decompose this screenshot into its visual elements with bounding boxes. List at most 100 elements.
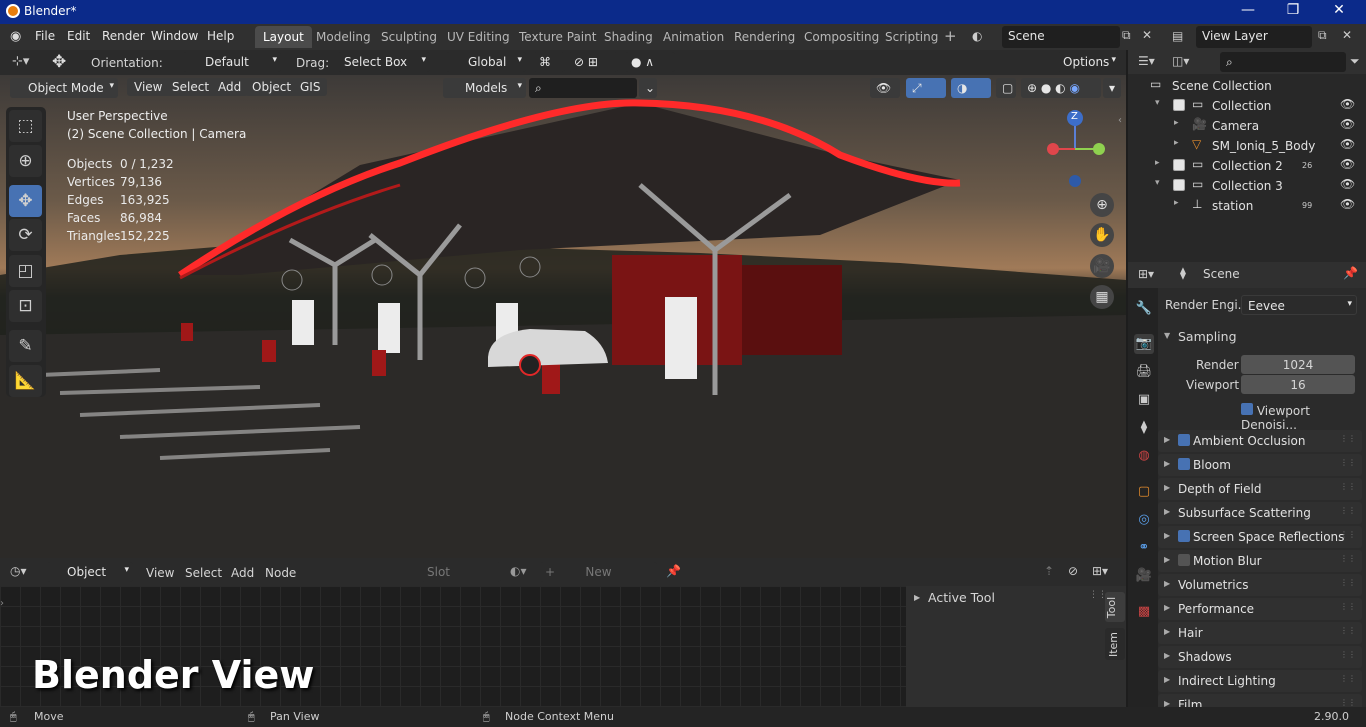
output-properties-icon[interactable]: 🖨 bbox=[1134, 362, 1154, 382]
node-menu-select[interactable]: Select bbox=[185, 566, 222, 580]
eye-icon[interactable]: 👁 bbox=[1340, 197, 1355, 211]
expand-arrow-icon[interactable]: ▸ bbox=[1174, 118, 1179, 128]
snap-icon[interactable]: ⊘ bbox=[1068, 564, 1078, 578]
viewport-menu-add[interactable]: Add bbox=[211, 78, 249, 96]
node-menu-view[interactable]: View bbox=[146, 566, 174, 580]
drag-handle-icon[interactable]: ⋮⋮ bbox=[1340, 530, 1356, 539]
shading-mode-buttons[interactable]: ⊕ ● ◐ ◉ bbox=[1021, 78, 1101, 98]
pin-icon[interactable]: 📌 bbox=[666, 564, 681, 578]
property-panel-header[interactable]: ▶ Indirect Lighting ⋮⋮ bbox=[1158, 670, 1362, 692]
tab-sculpting[interactable]: Sculpting bbox=[373, 26, 445, 48]
close-button[interactable]: ✕ bbox=[1324, 2, 1354, 18]
viewport-menu-object[interactable]: Object bbox=[245, 78, 299, 96]
world-properties-icon[interactable]: ◍ bbox=[1134, 446, 1154, 466]
zoom-icon[interactable]: ⊕ bbox=[1090, 193, 1114, 217]
outliner-row[interactable]: ▸ 🎥 Camera 👁 bbox=[1128, 116, 1366, 136]
eye-icon[interactable]: 👁 bbox=[1340, 137, 1355, 151]
tab-tool[interactable]: Tool bbox=[1105, 592, 1125, 622]
tab-uv-editing[interactable]: UV Editing bbox=[439, 26, 518, 48]
outliner-row[interactable]: ▸ ▭ Collection 2 26 👁 bbox=[1128, 156, 1366, 176]
scene-properties-icon[interactable]: ⧫ bbox=[1134, 418, 1154, 438]
new-scene-icon[interactable]: ⧉ bbox=[1122, 28, 1131, 43]
drag-handle-icon[interactable]: ⋮⋮ bbox=[1340, 578, 1356, 587]
perspective-grid-icon[interactable]: ▦ bbox=[1090, 285, 1114, 309]
transform-orientation-dropdown[interactable]: Global ▾ bbox=[446, 52, 526, 72]
eye-icon[interactable]: 👁 bbox=[1340, 177, 1355, 191]
scene-browse-icon[interactable]: ◐ bbox=[972, 29, 982, 43]
object-properties-icon[interactable]: ▢ bbox=[1134, 482, 1154, 502]
viewport-menu-gis[interactable]: GIS bbox=[293, 78, 328, 96]
expand-arrow-icon[interactable]: ▸ bbox=[1174, 198, 1179, 208]
xray-toggle-icon[interactable]: ▢ bbox=[996, 78, 1016, 98]
constraint-properties-icon[interactable]: ⚭ bbox=[1134, 538, 1154, 558]
properties-editor-icon[interactable]: ⊞▾ bbox=[1138, 267, 1154, 281]
panel-enable-checkbox[interactable] bbox=[1178, 458, 1190, 470]
measure-tool-icon[interactable]: 📐 bbox=[9, 365, 42, 397]
texture-properties-icon[interactable]: ▩ bbox=[1134, 602, 1154, 622]
blender-menu-icon[interactable]: ◉ bbox=[10, 29, 21, 44]
options-dropdown[interactable]: Options ▾ bbox=[1057, 52, 1120, 72]
tab-animation[interactable]: Animation bbox=[655, 26, 732, 48]
exclude-checkbox[interactable] bbox=[1173, 99, 1185, 111]
viewport-menu-select[interactable]: Select bbox=[165, 78, 217, 96]
drag-handle-icon[interactable]: ⋮⋮ bbox=[1340, 506, 1356, 515]
property-panel-header[interactable]: ▶ Ambient Occlusion ⋮⋮ bbox=[1158, 430, 1362, 452]
outliner-editor-icon[interactable]: ☰▾ bbox=[1138, 54, 1155, 68]
3d-viewport[interactable]: Object Mode ▾ View Select Add Object GIS… bbox=[0, 75, 1126, 558]
add-workspace-button[interactable]: + bbox=[944, 27, 957, 45]
menu-edit[interactable]: Edit bbox=[67, 29, 90, 43]
models-dropdown[interactable]: Models ▾ bbox=[443, 78, 526, 98]
render-properties-icon[interactable]: 📷 bbox=[1134, 334, 1154, 354]
data-properties-icon[interactable]: 🎥 bbox=[1134, 566, 1154, 586]
viewport-denoise-checkbox[interactable]: Viewport Denoisi... bbox=[1241, 403, 1366, 432]
annotate-tool-icon[interactable]: ✎ bbox=[9, 330, 42, 362]
drag-handle-icon[interactable]: ⋮⋮ bbox=[1340, 650, 1356, 659]
parent-node-icon[interactable]: ⇡ bbox=[1044, 564, 1054, 578]
editor-type-icon[interactable]: ⊹▾ bbox=[12, 54, 29, 69]
drag-dropdown[interactable]: Select Box ▾ bbox=[338, 52, 430, 72]
active-tool-panel[interactable]: Active Tool bbox=[928, 590, 995, 605]
menu-help[interactable]: Help bbox=[207, 29, 234, 43]
property-panel-header[interactable]: ▶ Hair ⋮⋮ bbox=[1158, 622, 1362, 644]
scale-tool-icon[interactable]: ◰ bbox=[9, 255, 42, 287]
new-view-layer-icon[interactable]: ⧉ bbox=[1318, 28, 1327, 43]
outliner-row[interactable]: ▸ ⊥ station 99 👁 bbox=[1128, 196, 1366, 216]
property-panel-header[interactable]: ▶ Bloom ⋮⋮ bbox=[1158, 454, 1362, 476]
tab-item[interactable]: Item bbox=[1105, 628, 1125, 660]
property-panel-header[interactable]: ▶ Performance ⋮⋮ bbox=[1158, 598, 1362, 620]
property-panel-header[interactable]: ▶ Screen Space Reflections ⋮⋮ bbox=[1158, 526, 1362, 548]
panel-enable-checkbox[interactable] bbox=[1178, 434, 1190, 446]
object-mode-dropdown[interactable]: Object Mode ▾ bbox=[10, 78, 118, 98]
tab-texture-paint[interactable]: Texture Paint bbox=[511, 26, 604, 48]
overlay-toggle-icon[interactable]: ◑ bbox=[951, 78, 991, 98]
tab-modeling[interactable]: Modeling bbox=[308, 26, 379, 48]
slot-dropdown[interactable]: Slot bbox=[421, 562, 501, 582]
viewport-menu-view[interactable]: View bbox=[127, 78, 170, 96]
select-box-tool-icon[interactable]: ⬚ bbox=[9, 110, 42, 142]
tab-scripting[interactable]: Scripting bbox=[877, 26, 946, 48]
render-engine-dropdown[interactable]: Eevee ▾ bbox=[1241, 295, 1357, 315]
exclude-checkbox[interactable] bbox=[1173, 159, 1185, 171]
drag-handle-icon[interactable]: ⋮⋮ bbox=[1340, 458, 1356, 467]
panel-enable-checkbox[interactable] bbox=[1178, 530, 1190, 542]
outliner-row[interactable]: ▭ Scene Collection bbox=[1128, 76, 1366, 96]
property-panel-header[interactable]: ▶ Motion Blur ⋮⋮ bbox=[1158, 550, 1362, 572]
expand-arrow-icon[interactable]: ▾ bbox=[1155, 178, 1160, 188]
tab-rendering[interactable]: Rendering bbox=[726, 26, 803, 48]
new-material-button[interactable]: + New bbox=[540, 562, 657, 582]
pivot-point-dropdown[interactable]: ⌘ bbox=[533, 52, 565, 72]
outliner-row[interactable]: ▸ ▽ SM_Ioniq_5_Body 👁 bbox=[1128, 136, 1366, 156]
tool-properties-icon[interactable]: 🔧 bbox=[1134, 299, 1154, 319]
expand-arrow-icon[interactable]: ▾ bbox=[1155, 98, 1160, 108]
rotate-tool-icon[interactable]: ⟳ bbox=[9, 219, 42, 251]
node-menu-node[interactable]: Node bbox=[265, 566, 296, 580]
minimize-button[interactable]: — bbox=[1233, 2, 1263, 18]
expand-arrow-icon[interactable]: ▸ bbox=[1155, 158, 1160, 168]
filter-icon[interactable]: ⏷ bbox=[1350, 54, 1360, 69]
viewport-search-input[interactable]: ⌕ bbox=[529, 78, 637, 98]
view-layer-icon[interactable]: ▤ bbox=[1172, 29, 1183, 43]
proportional-edit-toggle[interactable]: ● ∧ bbox=[625, 52, 675, 72]
viewport-samples-field[interactable]: 16 bbox=[1241, 375, 1355, 394]
material-browse-icon[interactable]: ◐▾ bbox=[510, 564, 527, 578]
drag-handle-icon[interactable]: ⋮⋮ bbox=[1340, 554, 1356, 563]
